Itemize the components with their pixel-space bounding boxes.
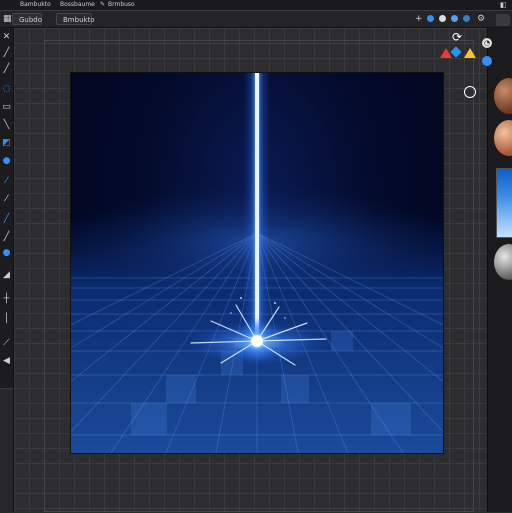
rotate-icon[interactable]: ⟳: [452, 30, 462, 44]
eyedropper-icon[interactable]: ⁄: [0, 174, 13, 187]
crop-icon[interactable]: ▭: [0, 100, 13, 113]
plus-icon[interactable]: ┼: [0, 292, 13, 305]
artwork-svg: [71, 73, 443, 453]
color-dot-white-icon[interactable]: [439, 15, 446, 22]
bucket-icon[interactable]: ◩: [0, 136, 13, 149]
menu-badge[interactable]: ◧: [500, 1, 507, 9]
menu-bar: Bambukto Bossbaume ✎ Brmbuso ◧: [0, 0, 512, 11]
menu-item-3[interactable]: Brmbuso: [108, 1, 135, 9]
sphere-small-icon[interactable]: ●: [0, 246, 13, 259]
close-icon[interactable]: ✕: [0, 30, 13, 43]
menu-item-2[interactable]: Bossbaume: [60, 1, 95, 9]
gradient-swatch[interactable]: [496, 168, 512, 238]
tool-options-panel: [0, 388, 13, 513]
tab-bar: ▦ Gubdo Bmbukto + ⚙: [0, 11, 512, 28]
vertical-line-icon[interactable]: │: [0, 312, 13, 325]
lasso-icon[interactable]: ◌: [0, 82, 13, 95]
color-dot-blue-icon[interactable]: [427, 15, 434, 22]
panel-icon-2[interactable]: [482, 56, 492, 66]
brush-icon[interactable]: ╱: [0, 62, 13, 75]
menu-item-1[interactable]: Bambukto: [20, 1, 51, 9]
left-toolbar: ✕ ╱ ╱ ◌ ▭ ╲ ◩ ● ⁄ ⁄ ╱ ╱ ● ◢ ┼ │ ⟋ ◀: [0, 28, 14, 513]
pencil-icon[interactable]: ╱: [0, 46, 13, 59]
arrow-icon[interactable]: ◀: [0, 354, 13, 367]
tab-document-1[interactable]: Gubdo: [12, 13, 42, 25]
grid-icon[interactable]: ▦: [3, 14, 12, 24]
color-dot-mid-blue-icon[interactable]: [463, 15, 470, 22]
smudge-icon[interactable]: ╱: [0, 212, 13, 225]
light-beam: [243, 73, 271, 348]
panel-icon-top[interactable]: [496, 14, 510, 26]
color-wheel-icon[interactable]: [440, 46, 476, 60]
artwork-canvas[interactable]: [70, 72, 444, 454]
panel-icon-1[interactable]: ◔: [482, 38, 492, 48]
pen-tool-icon[interactable]: ⁄: [0, 192, 13, 205]
transform-icon[interactable]: ⟋: [0, 336, 13, 349]
color-sample-icon[interactable]: [464, 86, 476, 98]
eraser-icon[interactable]: ╲: [0, 118, 13, 131]
settings-icon[interactable]: ⚙: [477, 14, 485, 24]
triangle-icon[interactable]: ◢: [0, 268, 13, 281]
sphere-icon[interactable]: ●: [0, 154, 13, 167]
add-icon[interactable]: +: [415, 14, 423, 24]
pen-icon[interactable]: ✎: [100, 1, 105, 9]
tab-document-2[interactable]: Bmbukto: [56, 13, 95, 25]
line-icon[interactable]: ╱: [0, 230, 13, 243]
color-dot-light-blue-icon[interactable]: [451, 15, 458, 22]
